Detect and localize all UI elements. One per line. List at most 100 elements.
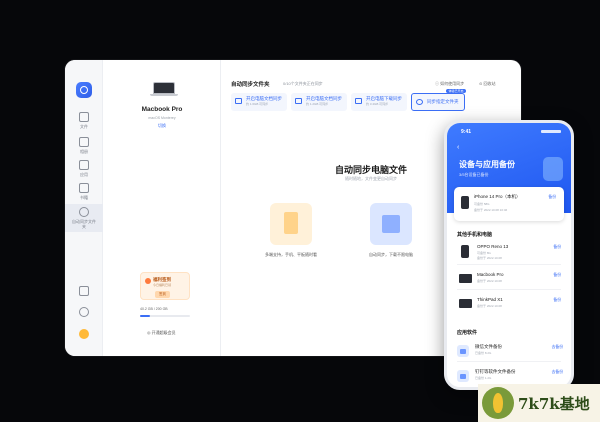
rail-item-photos[interactable]: 相册 [65,137,103,154]
gift-icon [145,278,151,284]
rail-item-books[interactable]: 书籍 [65,183,103,200]
feature-label: 自动同步，下载不限电脑 [369,252,413,257]
device-name: Macbook Pro [141,106,183,113]
folder-icon [457,370,469,382]
phone-illustration-icon [270,203,312,245]
status-time: 9:41 [461,129,472,135]
chip-sub: 约 1.6GB 可同步 [246,102,269,106]
device-meta: 可备份 8G [477,251,491,255]
go-backup-button[interactable]: 去备份 [552,345,563,350]
watermark-logo-icon [482,387,514,419]
chip-sub: 约 1.2GB 可同步 [306,102,329,106]
document-icon [295,98,302,104]
avatar[interactable] [79,329,89,339]
device-name: Macbook Pro [477,272,504,277]
wechat-folder-icon [457,345,469,357]
monitor-icon [235,98,242,104]
phone-title: 设备与应用备份 [459,160,515,169]
backup-button[interactable]: 备份 [553,298,561,303]
rail-label: 书籍 [80,195,88,200]
help-link-label: 如何使用同步 [440,81,465,86]
transfer-icon[interactable] [79,286,89,296]
laptop-icon [459,274,472,283]
device-name: OPPO Reno 13 [477,244,509,249]
book-icon [79,183,89,193]
rail-item-apps[interactable]: 应用 [65,160,103,177]
back-icon[interactable]: ‹ [457,144,459,151]
backup-illustration-icon [543,157,563,181]
divider [457,264,561,265]
backup-button[interactable]: 备份 [553,273,561,278]
app-meta: 已备份 1.2G [475,376,492,380]
status-bar-icons [541,130,561,133]
rail-item-files[interactable]: 文件 [65,112,103,129]
section-title: 其他手机和电脑 [457,232,493,238]
current-device-card[interactable]: iPhone 14 Pro（本机） 可备份 58G 备份于 2022.10.08… [454,187,564,221]
app-meta: 已备份 8.2G [475,351,492,355]
feature-auto-sync: 自动同步，下载不限电脑 [361,203,421,258]
sync-chip-documents[interactable]: 开启电脑文档同步 约 1.6GB 可同步 [231,93,287,111]
chip-sub: 约 3.4GB 可同步 [366,102,389,106]
storage-text: 40.2 GB / 200 GB [140,307,168,311]
app-name: 微信文件备份 [475,344,502,349]
divider [457,361,561,362]
promo-subtitle: 今日福利已领 [153,283,172,287]
sync-count: 0/10个文件夹正在同步 [283,81,323,86]
rail-label: 自动同步文件夹 [72,219,96,229]
device-os: macOS Monterey [148,116,176,120]
section-title: 应用软件 [457,330,478,336]
laptop-icon [459,299,472,308]
folder-icon [79,112,89,122]
photo-icon [79,137,89,147]
vip-button[interactable]: ◎ 开通超级会员 [147,330,176,336]
device-meta: 备份于 2022.10.08 [477,256,502,260]
folder-illustration-icon [370,203,412,245]
storage-bar-fill [140,315,150,317]
phone-subtitle: 3/5台设备已备份 [459,172,489,177]
settings-icon[interactable] [79,307,89,317]
app-name: 钉钉等软件文件备份 [475,369,516,374]
storage-bar [140,315,190,317]
backup-button[interactable]: 备份 [553,245,561,250]
promo-button[interactable]: 签到 [155,291,170,298]
laptop-icon [150,82,178,96]
sync-chip-desktop[interactable]: 开启电脑文档同步 约 1.2GB 可同步 [291,93,347,111]
divider [457,289,561,290]
quick-sync-chips: 开启电脑文档同步 约 1.6GB 可同步 开启电脑文档同步 约 1.2GB 可同… [231,89,466,111]
recycle-link[interactable]: ⊙ 回收站 [479,81,495,87]
page-title: 自动同步文件夹 [231,82,270,88]
app-logo-icon [76,82,92,98]
promo-card[interactable]: 福利签到 今日福利已领 签到 [140,272,190,300]
sync-chip-custom[interactable]: 同步指定文件夹 体验已开启 [411,89,466,111]
feature-label: 多端支持，手机、平板随时看 [265,252,317,257]
apps-grid-icon [79,160,89,170]
help-link[interactable]: ⓘ 如何使用同步 [435,81,464,87]
device-name: iPhone 14 Pro（本机） [474,194,521,199]
recycle-link-label: 回收站 [483,81,496,86]
sync-icon [79,207,89,217]
nav-rail: 文件 相册 应用 书籍 自动同步文件夹 [65,60,103,356]
rail-item-auto-sync[interactable]: 自动同步文件夹 [65,204,103,232]
rail-label: 文件 [80,124,88,129]
device-meta: 备份于 2022.10.08 [477,279,502,283]
vip-label: 开通超级会员 [151,330,176,335]
download-icon [355,98,362,104]
feature-multi-device: 多端支持，手机、平板随时看 [261,203,321,258]
device-meta: 备份于 2022.10.08 [477,304,502,308]
chip-label: 同步指定文件夹 [427,99,459,104]
rail-label: 应用 [80,172,88,177]
backup-button[interactable]: 备份 [548,195,556,200]
plus-icon [416,99,423,105]
phone-mockup: 9:41 ‹ 设备与应用备份 3/5台设备已备份 iPhone 14 Pro（本… [444,120,574,390]
switch-device-link[interactable]: 切换 [103,123,221,129]
device-meta: 备份于 2022.10.08 10:46 [474,208,508,212]
device-meta: 可备份 58G [474,202,490,206]
rail-label: 相册 [80,149,88,154]
go-backup-button[interactable]: 去备份 [552,370,563,375]
watermark-text: 7k7k基地 [518,395,590,413]
device-panel: Macbook Pro macOS Monterey 切换 福利签到 今日福利已… [103,60,221,356]
iphone-icon [461,196,469,209]
sync-chip-downloads[interactable]: 开启电脑下载同步 约 3.4GB 可同步 [351,93,407,111]
device-name: ThinkPad X1 [477,297,503,302]
android-phone-icon [461,245,469,258]
